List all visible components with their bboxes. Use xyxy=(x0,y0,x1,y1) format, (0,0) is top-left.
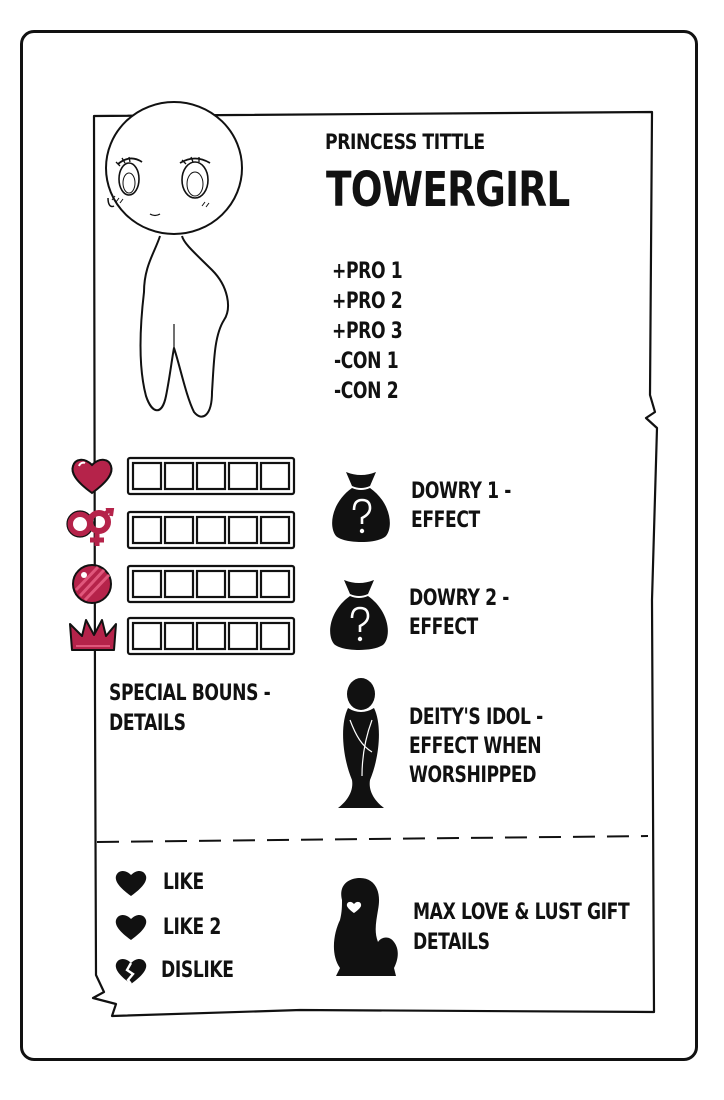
deity-idol-effect: EFFECT WHEN xyxy=(409,734,542,759)
like-2-label: LIKE 2 xyxy=(163,915,221,940)
dowry-1-effect: EFFECT xyxy=(411,508,480,533)
dowry-2-effect: EFFECT xyxy=(409,615,478,640)
stat-meters xyxy=(126,456,296,656)
trait-pro-2: +PRO 2 xyxy=(332,289,403,314)
character-sprite xyxy=(105,101,243,418)
dowry-2-title: DOWRY 2 - xyxy=(409,586,509,611)
stat-meter-royalty xyxy=(126,616,296,656)
broken-heart-icon xyxy=(115,958,147,985)
idol-statue-icon xyxy=(338,678,384,808)
gift-details: DETAILS xyxy=(413,930,490,955)
heart-icon xyxy=(115,914,147,940)
lust-symbol-icon xyxy=(66,508,115,546)
trait-con-1: -CON 1 xyxy=(334,349,399,374)
heart-icon xyxy=(115,870,147,896)
trait-pro-3: +PRO 3 xyxy=(332,319,403,344)
stat-meter-lust xyxy=(126,510,296,550)
gift-title: MAX LOVE & LUST GIFT xyxy=(413,900,630,925)
like-1-label: LIKE xyxy=(163,870,204,895)
deity-idol-condition: WORSHIPPED xyxy=(409,763,537,788)
dowry-1-title: DOWRY 1 - xyxy=(411,479,511,504)
crown-icon xyxy=(69,619,117,651)
special-bonus-title: SPECIAL BOUNS - xyxy=(109,681,271,706)
gift-icon xyxy=(333,878,398,976)
trait-con-2: -CON 2 xyxy=(334,379,399,404)
heart-icon xyxy=(71,458,113,495)
character-name: TOWERGIRL xyxy=(326,162,570,218)
stat-meter-love xyxy=(126,456,296,496)
dowry-bag-icon xyxy=(332,472,390,542)
special-bonus-details: DETAILS xyxy=(109,711,186,736)
dislike-label: DISLIKE xyxy=(161,958,234,983)
dowry-bag-icon xyxy=(330,580,388,650)
princess-title-label: PRINCESS TITTLE xyxy=(325,130,485,154)
deity-idol-title: DEITY'S IDOL - xyxy=(409,705,543,730)
stat-meter-charm xyxy=(126,564,296,604)
trait-pro-1: +PRO 1 xyxy=(332,259,403,284)
candy-orb-icon xyxy=(72,564,112,604)
